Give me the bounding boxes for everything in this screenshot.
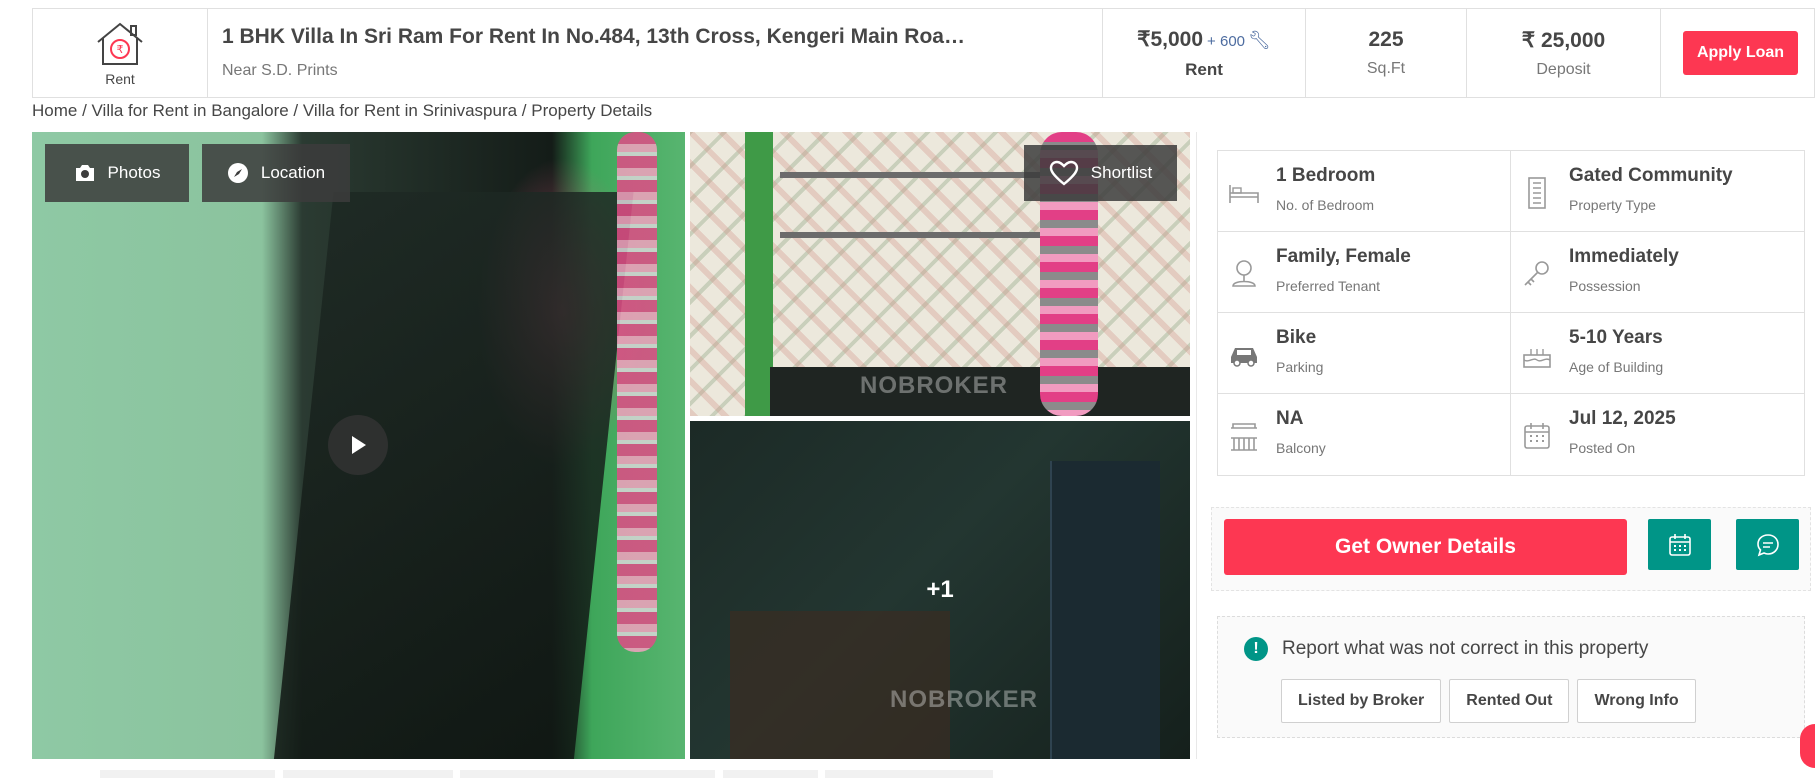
report-listed-by-broker[interactable]: Listed by Broker [1281, 679, 1442, 723]
calendar-icon [1517, 416, 1557, 456]
rent-value: ₹5,000 [1137, 27, 1204, 51]
car-icon [1224, 335, 1264, 375]
owner-actions: Get Owner Details [1211, 507, 1811, 591]
bottom-tab[interactable] [825, 770, 993, 778]
key-icon [1517, 254, 1557, 294]
location-button[interactable]: Location [202, 144, 350, 202]
detail-label: Balcony [1276, 440, 1326, 456]
detail-value: Jul 12, 2025 [1569, 408, 1676, 429]
svg-text:₹: ₹ [117, 43, 124, 56]
photo-door-shape [270, 192, 634, 759]
deposit-info: ₹ 25,000 Deposit [1467, 9, 1661, 97]
area-info: 225 Sq.Ft [1306, 9, 1467, 97]
shortlist-label: Shortlist [1090, 163, 1153, 182]
bottom-tab[interactable] [460, 770, 715, 778]
heart-icon [1049, 160, 1078, 186]
photos-button[interactable]: Photos [45, 144, 189, 202]
detail-possession: Immediately Possession [1511, 232, 1804, 313]
location-label: Location [260, 163, 326, 182]
apply-loan-button[interactable]: Apply Loan [1683, 31, 1798, 75]
deposit-label: Deposit [1536, 60, 1591, 78]
listing-type-label: Rent [105, 70, 135, 87]
play-video-button[interactable] [328, 415, 388, 475]
property-details-grid: 1 Bedroom No. of Bedroom Gated Community P… [1217, 150, 1805, 476]
camera-icon [75, 165, 94, 181]
detail-label: Property Type [1569, 197, 1656, 213]
report-wrong-info[interactable]: Wrong Info [1577, 679, 1696, 723]
bottom-tab[interactable] [723, 770, 818, 778]
report-options: Listed by Broker Rented Out Wrong Info [1281, 679, 1696, 723]
chat-icon [1756, 533, 1779, 556]
property-header: ₹ Rent 1 BHK Villa In Sri Ram For Rent I… [32, 8, 1815, 98]
compass-icon [227, 163, 248, 183]
photos-label: Photos [107, 163, 161, 182]
watermark: NOBROKER [860, 372, 1009, 399]
breadcrumb[interactable]: Home / Villa for Rent in Bangalore / Vil… [32, 101, 652, 121]
detail-value: Bike [1276, 327, 1317, 348]
rent-info: ₹5,000 + 600 🔧︎ Rent [1103, 9, 1306, 97]
area-label: Sq.Ft [1366, 60, 1406, 77]
photo-wall-shape [745, 132, 773, 416]
building-icon [1517, 173, 1557, 213]
details-panel: 1 Bedroom No. of Bedroom Gated Community P… [1196, 132, 1815, 759]
detail-value: Immediately [1569, 246, 1679, 267]
detail-property-type: Gated Community Property Type [1511, 151, 1804, 232]
photo-room[interactable]: NOBROKER +1 [690, 421, 1190, 759]
chat-button[interactable] [1736, 519, 1799, 570]
detail-value: Gated Community [1569, 165, 1733, 186]
detail-value: 5-10 Years [1569, 327, 1663, 348]
calendar-icon [1668, 533, 1691, 556]
detail-value: NA [1276, 408, 1304, 429]
wrench-icon[interactable]: 🔧︎ [1248, 30, 1271, 50]
schedule-visit-button[interactable] [1648, 519, 1711, 570]
play-icon [352, 436, 366, 454]
detail-tenant: Family, Female Preferred Tenant [1218, 232, 1511, 313]
detail-label: Preferred Tenant [1276, 278, 1381, 294]
bottom-tab[interactable] [283, 770, 453, 778]
detail-bedroom: 1 Bedroom No. of Bedroom [1218, 151, 1511, 232]
floating-help-button[interactable] [1800, 724, 1815, 768]
maintenance-value: + 600 [1207, 32, 1246, 50]
title-block: 1 BHK Villa In Sri Ram For Rent In No.48… [208, 9, 1103, 97]
detail-label: Age of Building [1569, 359, 1664, 375]
photo-garland-shape [617, 132, 657, 652]
photo-shelf-shape [780, 232, 1080, 238]
property-landmark: Near S.D. Prints [222, 62, 338, 79]
tenant-icon [1224, 254, 1264, 294]
balcony-icon [1224, 416, 1264, 456]
loan-cell: Apply Loan [1661, 9, 1814, 97]
detail-posted-on: Jul 12, 2025 Posted On [1511, 394, 1804, 475]
exclamation-icon: ! [1244, 637, 1268, 661]
report-rented-out[interactable]: Rented Out [1449, 679, 1570, 723]
report-heading: ! Report what was not correct in this pr… [1244, 637, 1648, 661]
more-photos-count[interactable]: +1 [690, 421, 1190, 759]
detail-age: 5-10 Years Age of Building [1511, 313, 1804, 394]
detail-label: Possession [1569, 278, 1641, 294]
area-value: 225 [1368, 28, 1404, 51]
detail-label: Parking [1276, 359, 1324, 375]
detail-parking: Bike Parking [1218, 313, 1511, 394]
bottom-tab[interactable] [100, 770, 275, 778]
detail-label: No. of Bedroom [1276, 197, 1375, 213]
listing-type: ₹ Rent [33, 9, 208, 97]
bed-icon [1224, 173, 1264, 213]
rent-label: Rent [1185, 59, 1223, 79]
deposit-value: ₹ 25,000 [1521, 28, 1606, 52]
detail-label: Posted On [1569, 440, 1636, 456]
shortlist-button[interactable]: Shortlist [1024, 145, 1177, 201]
detail-value: 1 Bedroom [1276, 165, 1376, 186]
cake-icon [1517, 335, 1557, 375]
house-rupee-icon: ₹ [97, 22, 143, 65]
report-box: ! Report what was not correct in this pr… [1217, 616, 1805, 738]
get-owner-details-button[interactable]: Get Owner Details [1224, 519, 1627, 575]
property-title: 1 BHK Villa In Sri Ram For Rent In No.48… [222, 25, 965, 48]
detail-value: Family, Female [1276, 246, 1411, 267]
report-heading-text: Report what was not correct in this prop… [1282, 638, 1649, 659]
detail-balcony: NA Balcony [1218, 394, 1511, 475]
